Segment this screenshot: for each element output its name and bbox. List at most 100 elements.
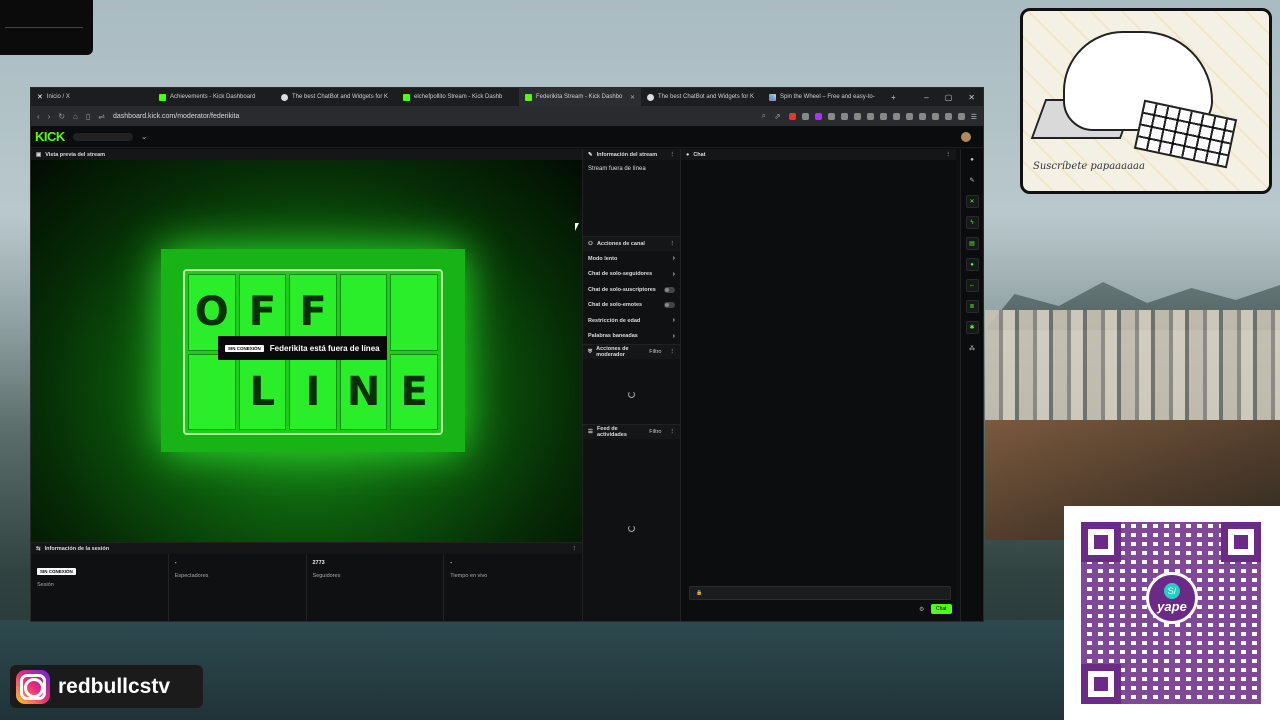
botrix-favicon-icon	[647, 93, 654, 101]
maximize-icon[interactable]: ▢	[945, 93, 953, 102]
stream-preview[interactable]: O F F L I N E SIN CONEXIÓN Federikita es	[31, 160, 582, 542]
session-stats: SIN CONEXIÓN Sesión - Espectadores 2773 …	[31, 554, 582, 622]
extension-icon[interactable]	[905, 112, 913, 120]
lock-icon: 🔒	[696, 590, 703, 596]
stat-followers: 2773 Seguidores	[307, 554, 445, 622]
extension-icon[interactable]	[788, 112, 796, 120]
activity-feed-panel: ☰ Feed de actividades Filtro ⋮	[583, 425, 680, 532]
kick-logo[interactable]: KICK	[35, 129, 65, 144]
preview-icon: ▣	[36, 151, 42, 158]
tab-federikita[interactable]: Federikita Stream - Kick Dashbo ✕	[519, 88, 641, 106]
new-tab-button[interactable]: +	[885, 93, 902, 102]
bookmark-icon[interactable]: ▯	[86, 112, 90, 121]
lightning-icon[interactable]: ϟ	[965, 216, 979, 229]
mod-actions-panel: ⛨ Acciones de moderador Filtro ⋮	[583, 345, 680, 425]
close-window-icon[interactable]: ✕	[968, 93, 975, 102]
reload-icon[interactable]: ↻	[58, 112, 65, 121]
extensions-bar: ☰	[788, 112, 977, 121]
tab-x[interactable]: ✕ Inicio / X	[31, 88, 153, 106]
session-icon: ⇆	[36, 545, 41, 552]
extension-icon[interactable]	[866, 112, 874, 120]
instagram-handle: redbullcstv	[58, 674, 171, 698]
more-options-icon[interactable]: ⋮	[670, 429, 676, 435]
zoom-icon[interactable]: ⌕	[762, 111, 766, 121]
extension-icon[interactable]	[892, 112, 900, 120]
more-options-icon[interactable]: ⋮	[946, 152, 952, 158]
filter-button[interactable]: Filtro	[649, 429, 661, 435]
forward-icon[interactable]: ›	[48, 112, 51, 121]
panel-header: ▣ Vista previa del stream	[31, 149, 582, 160]
city-skyline	[985, 310, 1280, 430]
more-options-icon[interactable]: ⋮	[670, 152, 676, 158]
qr-finder	[1081, 522, 1121, 562]
toggle-switch[interactable]	[664, 302, 675, 309]
stat-live-time: - Tiempo en vivo	[450, 560, 488, 579]
person-icon: ⚇	[588, 241, 593, 247]
extension-icon[interactable]	[827, 112, 835, 120]
menu-icon[interactable]: ☰	[971, 113, 977, 121]
extension-icon[interactable]	[840, 112, 848, 120]
extension-icon[interactable]	[879, 112, 887, 120]
tab-spin-wheel[interactable]: Spin the Wheel – Free and easy-to-	[763, 88, 885, 106]
channel-selector[interactable]	[72, 132, 133, 141]
url-field[interactable]: dashboard.kick.com/moderator/federikita	[113, 113, 754, 120]
edit-icon[interactable]: ✎	[966, 174, 979, 187]
extension-icon[interactable]	[801, 112, 809, 120]
wheel-favicon-icon	[769, 93, 776, 101]
extension-icon[interactable]	[814, 112, 822, 120]
clipboard-icon[interactable]: ▤	[965, 237, 979, 250]
extension-icon[interactable]	[853, 112, 861, 120]
puzzle-icon[interactable]: ⁂	[966, 342, 979, 355]
chat-icon: ●	[686, 151, 690, 158]
wrench-icon[interactable]: ✱	[965, 321, 979, 334]
close-box-icon[interactable]: ✕	[965, 195, 979, 208]
share-icon[interactable]: ⇗	[774, 112, 781, 121]
close-tab-icon[interactable]: ✕	[630, 94, 635, 101]
minimize-icon[interactable]: –	[924, 93, 928, 102]
filter-button[interactable]: Filtro	[649, 349, 661, 355]
extension-icon[interactable]	[918, 112, 926, 120]
tools-rail: ● ✎ ✕ ϟ ▤ ● ⇔ ≣ ✱ ⁂	[960, 149, 983, 621]
action-slow-mode[interactable]: Modo lento ›	[583, 251, 680, 267]
info-icon[interactable]: ●	[966, 153, 979, 166]
layers-icon[interactable]: ≣	[965, 300, 979, 313]
edit-icon: ✎	[588, 151, 593, 158]
extension-icon[interactable]	[931, 112, 939, 120]
panel-header: ⛨ Acciones de moderador Filtro ⋮	[583, 345, 680, 359]
more-options-icon[interactable]: ⋮	[670, 349, 676, 355]
avatar[interactable]	[961, 131, 971, 142]
expand-icon[interactable]: ⇔	[965, 279, 979, 292]
loading-spinner-icon	[628, 391, 635, 398]
tab-chatbot-2[interactable]: The best ChatBot and Widgets for K	[641, 88, 763, 106]
back-icon[interactable]: ‹	[37, 112, 40, 121]
chat-send-button[interactable]: Chat	[931, 604, 952, 614]
action-emotes-only: Chat de solo-emotes	[583, 298, 680, 314]
instagram-overlay: redbullcstv	[10, 665, 203, 708]
more-options-icon[interactable]: ⋮	[670, 241, 676, 247]
tab-elchefpollito[interactable]: elchefpollito Stream - Kick Dashb	[397, 88, 519, 106]
extension-icon[interactable]	[957, 112, 965, 120]
kick-topbar: KICK ⌄	[31, 126, 983, 148]
tab-bar: ✕ Inicio / X Achievements - Kick Dashboa…	[31, 88, 983, 106]
chat-input[interactable]: 🔒	[689, 586, 951, 600]
toggle-switch[interactable]	[664, 286, 675, 293]
chevron-right-icon: ›	[672, 317, 675, 325]
action-age-restriction[interactable]: Restricción de edad ›	[583, 313, 680, 329]
action-banned-words[interactable]: Palabras baneadas ›	[583, 329, 680, 345]
home-icon[interactable]: ⌂	[73, 112, 78, 121]
more-options-icon[interactable]: ⋮	[572, 546, 578, 552]
panel-header: ⇆ Información de la sesión ⋮	[31, 543, 582, 554]
instagram-icon	[16, 669, 50, 704]
chat-bubble-icon[interactable]: ●	[965, 258, 979, 271]
kick-favicon-icon	[159, 93, 166, 101]
gear-icon[interactable]: ⚙	[919, 606, 924, 613]
site-info-icon[interactable]: ⇌	[98, 112, 105, 121]
extension-icon[interactable]	[944, 112, 952, 120]
tab-achievements[interactable]: Achievements - Kick Dashboard	[153, 88, 275, 106]
loading-spinner-icon	[628, 525, 635, 532]
moderation-column: ✎ Información del stream ⋮ Stream fuera …	[582, 149, 681, 621]
action-followers-only[interactable]: Chat de solo-seguidores ›	[583, 267, 680, 283]
tab-chatbot[interactable]: The best ChatBot and Widgets for K	[275, 88, 397, 106]
board-cell	[390, 274, 438, 351]
chevron-down-icon[interactable]: ⌄	[141, 132, 148, 141]
